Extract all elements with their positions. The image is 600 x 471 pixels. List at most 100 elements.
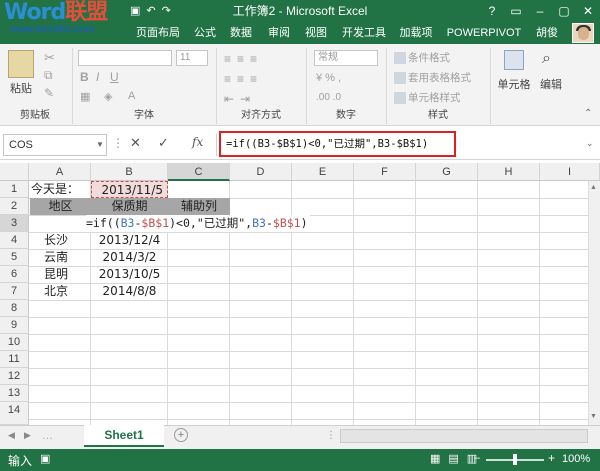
row-header-14[interactable]: 14 xyxy=(0,402,29,425)
cell-a4[interactable]: 长沙 xyxy=(44,232,68,249)
underline-icon[interactable]: U xyxy=(110,70,119,84)
row-header-2[interactable]: 2 xyxy=(0,198,29,215)
column-header-h[interactable]: H xyxy=(478,163,540,181)
insert-function-icon[interactable]: fx xyxy=(192,135,203,149)
bold-icon[interactable]: B xyxy=(80,70,89,84)
cells-button[interactable]: 单元格 xyxy=(494,76,534,92)
next-sheet-icon[interactable]: ▶ xyxy=(24,430,31,441)
row-header-1[interactable]: 1 xyxy=(0,181,29,198)
row-header-12[interactable]: 12 xyxy=(0,368,29,385)
tab-review[interactable]: 审阅 xyxy=(264,22,294,44)
column-header-i[interactable]: I xyxy=(540,163,600,181)
currency-icon[interactable]: ¥ % , xyxy=(316,72,341,84)
scroll-up-icon[interactable]: ▲ xyxy=(590,184,597,191)
tab-powerpivot[interactable]: POWERPIVOT xyxy=(446,22,522,44)
select-all-corner[interactable] xyxy=(0,163,29,181)
cell-b1[interactable]: 2013/11/5 xyxy=(91,181,168,198)
column-header-f[interactable]: F xyxy=(354,163,416,181)
cell-b7[interactable]: 2014/8/8 xyxy=(91,283,168,300)
cell-a5[interactable]: 云南 xyxy=(44,249,68,266)
tab-developer[interactable]: 开发工具 xyxy=(340,22,388,44)
tab-view[interactable]: 视图 xyxy=(301,22,331,44)
tab-addins[interactable]: 加载项 xyxy=(396,22,436,44)
save-icon[interactable]: ▣ xyxy=(130,2,140,20)
name-box-dropdown-icon[interactable]: ▼ xyxy=(96,140,104,149)
sheet-tab-sheet1[interactable]: Sheet1 xyxy=(84,425,164,447)
close-button[interactable]: ✕ xyxy=(576,0,600,22)
format-as-table-button[interactable]: 套用表格格式 xyxy=(394,70,471,85)
editing-button[interactable]: 编辑 xyxy=(534,76,568,92)
zoom-slider-thumb[interactable] xyxy=(513,454,517,465)
row-header-3[interactable]: 3 xyxy=(0,215,29,232)
tab-split-icon[interactable]: ⋮ xyxy=(326,430,336,441)
number-format-dropdown[interactable]: 常规 xyxy=(314,50,378,66)
column-header-g[interactable]: G xyxy=(416,163,478,181)
paste-button[interactable]: 粘贴 xyxy=(6,80,36,96)
align-top-icons[interactable]: ≡≡≡ xyxy=(224,52,263,66)
row-header-9[interactable]: 9 xyxy=(0,317,29,334)
user-name[interactable]: 胡俊 xyxy=(530,22,564,44)
cell-b5[interactable]: 2014/3/2 xyxy=(91,249,168,266)
sheet-more-icon[interactable]: … xyxy=(42,430,53,442)
row-header-13[interactable]: 13 xyxy=(0,385,29,402)
cell-a7[interactable]: 北京 xyxy=(44,283,68,300)
minimize-button[interactable]: – xyxy=(528,0,552,22)
ribbon-display-button[interactable]: ▭ xyxy=(504,0,528,22)
expand-formula-icon[interactable]: ⌄ xyxy=(586,138,594,149)
user-avatar[interactable] xyxy=(572,23,594,43)
cell-b2[interactable]: 保质期 xyxy=(91,198,168,215)
redo-icon[interactable]: ↷ xyxy=(162,2,171,20)
row-header-8[interactable]: 8 xyxy=(0,300,29,317)
enter-icon[interactable]: ✓ xyxy=(158,135,169,151)
column-header-c[interactable]: C xyxy=(168,163,230,181)
row-header-5[interactable]: 5 xyxy=(0,249,29,266)
copy-icon[interactable]: ⧉ xyxy=(44,68,53,83)
cell-b6[interactable]: 2013/10/5 xyxy=(91,266,168,283)
add-sheet-icon[interactable]: + xyxy=(174,428,188,442)
cell-a2[interactable]: 地区 xyxy=(30,198,91,215)
italic-icon[interactable]: I xyxy=(96,70,99,84)
border-icon[interactable]: ▦ xyxy=(80,90,90,103)
zoom-in-icon[interactable]: + xyxy=(548,451,555,465)
cell-b4[interactable]: 2013/12/4 xyxy=(91,232,168,249)
font-color-icon[interactable]: A xyxy=(128,90,135,102)
horizontal-scrollbar[interactable] xyxy=(340,429,588,443)
row-header-7[interactable]: 7 xyxy=(0,283,29,300)
undo-icon[interactable]: ↶ xyxy=(146,2,155,20)
align-left-icons[interactable]: ≡≡≡ xyxy=(224,72,263,86)
column-header-d[interactable]: D xyxy=(230,163,292,181)
cancel-icon[interactable]: ✕ xyxy=(130,135,141,151)
collapse-ribbon-icon[interactable]: ⌃ xyxy=(584,108,592,119)
font-size-dropdown[interactable]: 11 xyxy=(176,50,208,66)
cell-c2[interactable]: 辅助列 xyxy=(168,198,230,215)
name-box[interactable]: COS xyxy=(3,134,107,156)
formula-input[interactable]: =if((B3-$B$1)<0,"已过期",B3-$B$1) xyxy=(226,134,428,154)
cell-a6[interactable]: 昆明 xyxy=(44,266,68,283)
column-header-a[interactable]: A xyxy=(29,163,91,181)
tab-page-layout[interactable]: 页面布局 xyxy=(133,22,183,44)
font-name-dropdown[interactable] xyxy=(78,50,172,66)
row-header-11[interactable]: 11 xyxy=(0,351,29,368)
decimal-icons[interactable]: .00 .0 xyxy=(316,92,341,103)
fill-color-icon[interactable]: ◈ xyxy=(104,90,112,103)
vertical-scrollbar[interactable] xyxy=(588,181,600,425)
row-header-4[interactable]: 4 xyxy=(0,232,29,249)
maximize-button[interactable]: ▢ xyxy=(552,0,576,22)
conditional-format-button[interactable]: 条件格式 xyxy=(394,50,450,65)
zoom-out-icon[interactable]: – xyxy=(474,452,480,464)
indent-icons[interactable]: ⇤⇥ xyxy=(224,92,256,106)
macro-record-icon[interactable]: ▣ xyxy=(40,452,50,465)
cells-icon[interactable] xyxy=(504,50,524,70)
cut-icon[interactable]: ✂ xyxy=(44,50,55,66)
tab-data[interactable]: 数据 xyxy=(226,22,256,44)
find-icon[interactable]: ⌕ xyxy=(542,50,551,68)
row-header-6[interactable]: 6 xyxy=(0,266,29,283)
prev-sheet-icon[interactable]: ◀ xyxy=(8,430,15,441)
scroll-down-icon[interactable]: ▼ xyxy=(590,413,597,420)
cell-styles-button[interactable]: 单元格样式 xyxy=(394,90,461,105)
column-header-e[interactable]: E xyxy=(292,163,354,181)
help-button[interactable]: ? xyxy=(480,0,504,22)
row-header-10[interactable]: 10 xyxy=(0,334,29,351)
cell-c3-edit-text[interactable]: =if((B3-$B$1)<0,"已过期",B3-$B$1) xyxy=(86,215,310,232)
tab-formulas[interactable]: 公式 xyxy=(190,22,220,44)
